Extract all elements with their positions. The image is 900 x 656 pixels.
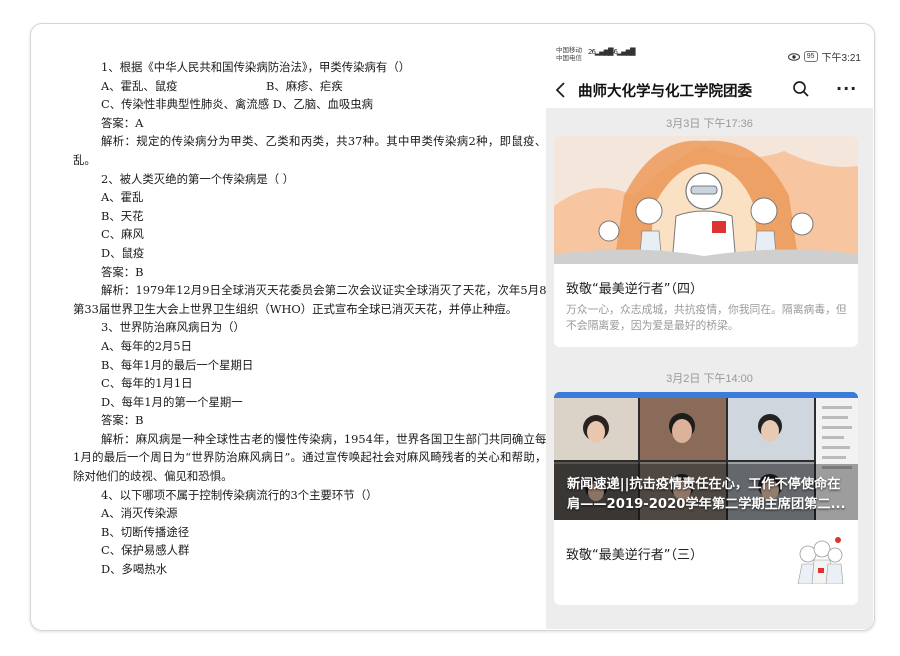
document-paragraph: 解析：1979年12月9日全球消灭天花委员会第二次会议证实全球消灭了天花，次年5… xyxy=(73,283,558,316)
document-line: 1、根据《中华人民共和国传染病防治法》，甲类传染病有（） xyxy=(101,60,411,74)
sub-article-title[interactable]: 致敬“最美逆行者”（三） xyxy=(566,544,703,563)
document-line: B、每年1月的最后一个星期日 xyxy=(101,357,254,372)
timestamp: 3月3日 下午17:36 xyxy=(666,118,753,130)
document-line: B、切断传播途径 xyxy=(101,524,190,539)
search-icon[interactable] xyxy=(792,80,810,98)
document-line: 4、以下哪项不属于控制传染病流行的3个主要环节（） xyxy=(101,487,378,502)
option-right: B、麻疹、疟疾 xyxy=(266,78,343,93)
document-line: D、鼠疫 xyxy=(101,245,145,260)
more-options-icon[interactable]: ··· xyxy=(836,79,857,98)
article-cover-caption: 新闻速递||抗击疫情责任在心，工作不停使命在肩——2019-2020学年第二学期… xyxy=(567,477,846,512)
carrier-1: 中国移动 xyxy=(556,47,582,54)
document-line: C、传染性非典型性肺炎、禽流感 D、乙脑、血吸虫病 xyxy=(101,97,374,112)
document-line: C、保护易感人群 xyxy=(101,543,190,558)
document-line: C、麻风 xyxy=(101,227,144,242)
document-line: 3、世界防治麻风病日为（） xyxy=(101,320,245,335)
signal-icon: 26▂▄▆█ xyxy=(588,48,613,56)
account-title: 曲师大化学与化工学院团委 xyxy=(578,84,752,100)
document-page: 1、根据《中华人民共和国传染病防治法》，甲类传染病有（） A、霍乱、鼠疫 B、麻疹、… xyxy=(73,58,558,579)
battery-icon: 95 xyxy=(803,51,818,62)
document-line: D、多喝热水 xyxy=(101,562,168,577)
article-card[interactable]: 致敬“最美逆行者”（四） 万众一心，众志成城，共抗疫情，你我同在。隔离病毒，但不… xyxy=(554,136,858,347)
document-line: 答案：B xyxy=(101,413,144,428)
document-line: D、每年1月的第一个星期一 xyxy=(101,394,243,409)
document-paragraph: 解析：麻风病是一种全球性古老的慢性传染病，1954年，世界各国卫生部门共同确立每… xyxy=(73,431,558,484)
carrier-2: 中国电信 xyxy=(556,55,582,62)
timestamp: 3月2日 下午14:00 xyxy=(666,373,753,385)
status-right: 95 下午3:21 xyxy=(787,49,861,64)
back-arrow-icon[interactable] xyxy=(554,81,568,99)
document-line: A、每年的2月5日 xyxy=(101,338,193,353)
article-title: 致敬“最美逆行者”（四） xyxy=(566,282,703,297)
carrier-info: 中国移动 中国电信 xyxy=(556,47,582,63)
document-line: A、消灭传染源 xyxy=(101,506,178,521)
title-bar: 曲师大化学与化工学院团委 ··· xyxy=(546,75,873,105)
phone-screen: 中国移动 中国电信 26▂▄▆█ 46▂▄▆█ 95 下午3:21 曲师大化学与… xyxy=(546,39,873,629)
article-cover-image xyxy=(554,136,858,265)
signal-icon-2: 46▂▄▆█ xyxy=(610,48,635,56)
eye-icon xyxy=(787,52,800,61)
message-feed: 3月3日 下午17:36 致敬“最美逆行者”（四） 万众一心，众志成城，共抗疫情… xyxy=(546,108,873,629)
screenshot-frame: 1、根据《中华人民共和国传染病防治法》，甲类传染病有（） A、霍乱、鼠疫 B、麻疹、… xyxy=(30,23,875,631)
document-line: 答案：B xyxy=(101,264,144,279)
document-line: 2、被人类灭绝的第一个传染病是（ ） xyxy=(101,171,295,186)
article-card-multi[interactable]: 新闻速递||抗击疫情责任在心，工作不停使命在肩——2019-2020学年第二学期… xyxy=(554,392,858,605)
document-line: A、霍乱 xyxy=(101,190,144,205)
option-left: A、霍乱、鼠疫 xyxy=(101,78,178,93)
status-time: 下午3:21 xyxy=(821,53,861,64)
document-paragraph: 解析：规定的传染病分为甲类、乙类和丙类，共37种。其中甲类传染病2种，即鼠疫、霍… xyxy=(73,134,558,167)
article-description: 万众一心，众志成城，共抗疫情，你我同在。隔离病毒，但不会隔离爱，因为爱是最好的桥… xyxy=(566,303,847,332)
document-line: C、每年的1月1日 xyxy=(101,376,193,391)
document-line: B、天花 xyxy=(101,208,144,223)
document-line: 答案：A xyxy=(101,115,144,130)
sub-article-thumbnail xyxy=(794,532,846,584)
document-line: A、霍乱、鼠疫 B、麻疹、疟疾 xyxy=(73,77,558,96)
status-bar: 中国移动 中国电信 26▂▄▆█ 46▂▄▆█ 95 下午3:21 xyxy=(556,47,861,67)
